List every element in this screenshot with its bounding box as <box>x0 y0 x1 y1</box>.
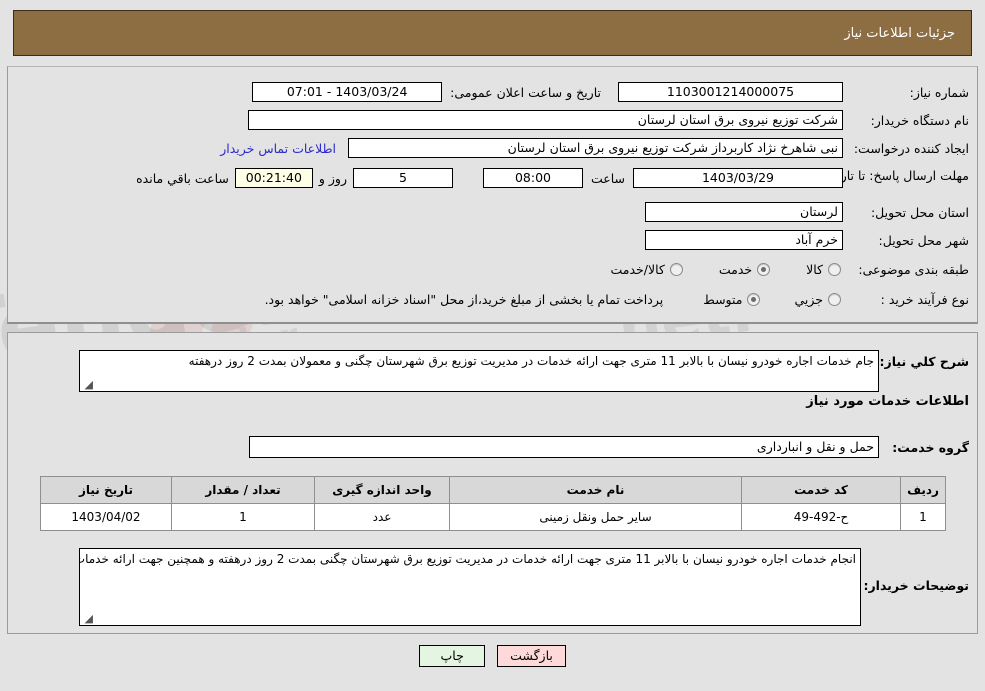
buyer-notes-resize-grip-icon[interactable]: ◢ <box>83 613 93 624</box>
table-header-unit: واحد اندازه گیری <box>314 476 450 504</box>
city-row: شهر محل تحویل: خرم آباد <box>645 230 969 250</box>
buyer-notes-text[interactable]: انجام خدمات اجاره خودرو نیسان با بالابر … <box>79 548 861 626</box>
services-section-title: اطلاعات خدمات مورد نیاز <box>806 394 969 409</box>
table-header-index: ردیف <box>900 476 946 504</box>
page-header: جزئیات اطلاعات نیاز <box>13 10 972 56</box>
process-radio-jozi[interactable] <box>828 293 841 306</box>
creator-label: ایجاد کننده درخواست: <box>853 140 969 156</box>
province-row: استان محل تحویل: لرستان <box>645 202 969 222</box>
cell-unit: عدد <box>314 503 450 531</box>
table-header-quantity: تعداد / مقدار <box>171 476 315 504</box>
buyer-contact-link[interactable]: اطلاعات تماس خریدار <box>220 141 336 156</box>
buyer-org-field[interactable]: شرکت توزیع نیروی برق استان لرستان <box>248 110 843 130</box>
cell-quantity: 1 <box>171 503 315 531</box>
deadline-label-box: مهلت ارسال پاسخ: تا تاریخ: <box>824 168 969 183</box>
deadline-date-field[interactable]: 1403/03/29 <box>633 168 843 188</box>
table-header-service-code: کد خدمت <box>741 476 901 504</box>
remaining-days-label: روز و <box>318 170 347 186</box>
cell-service-code: ح-492-49 <box>741 503 901 531</box>
category-radio-khedmat[interactable] <box>757 263 771 276</box>
cell-index: 1 <box>900 503 946 531</box>
city-field[interactable]: خرم آباد <box>645 230 843 250</box>
table-row[interactable]: 1 ح-492-49 سایر حمل ونقل زمینی عدد 1 140… <box>40 503 946 531</box>
resize-grip-icon[interactable]: ◢ <box>83 379 93 390</box>
buyer-notes-row: توضیحات خریدار: انجام خدمات اجاره خودرو … <box>79 548 969 626</box>
process-radio-motevaset-label: متوسط <box>703 292 743 307</box>
province-field[interactable]: لرستان <box>645 202 843 222</box>
service-group-field[interactable]: حمل و نقل و انبارداری <box>249 436 879 458</box>
deadline-hour-label: ساعت <box>590 170 625 186</box>
process-label: نوع فرآیند خرید : <box>880 292 969 307</box>
back-button[interactable]: بازگشت <box>497 645 566 667</box>
table-header-need-date: تاریخ نیاز <box>40 476 172 504</box>
need-summary-text-value: جام خدمات اجاره خودرو نیسان با بالابر 11… <box>188 354 874 368</box>
need-summary-text[interactable]: جام خدمات اجاره خودرو نیسان با بالابر 11… <box>79 350 879 392</box>
buyer-org-row: نام دستگاه خریدار: شرکت توزیع نیروی برق … <box>248 110 969 130</box>
city-label: شهر محل تحویل: <box>878 232 969 248</box>
creator-field[interactable]: نبی شاهرخ نژاد کاربرداز شرکت توزیع نیروی… <box>348 138 843 158</box>
remaining-days-field[interactable]: 5 <box>352 168 453 188</box>
province-label: استان محل تحویل: <box>870 204 969 220</box>
process-radio-motevaset[interactable] <box>747 293 761 306</box>
category-radio-kala-khedmat-label: کالا/خدمت <box>610 262 665 277</box>
buyer-notes-label: توضیحات خریدار: <box>863 578 969 593</box>
page-title: جزئیات اطلاعات نیاز <box>844 25 955 41</box>
need-number-row: شماره نیاز: 1103001214000075 <box>618 82 969 102</box>
services-table: ردیف کد خدمت نام خدمت واحد اندازه گیری ت… <box>40 476 946 531</box>
need-number-field[interactable]: 1103001214000075 <box>618 82 843 102</box>
deadline-label: مهلت ارسال پاسخ: تا تاریخ: <box>824 168 969 183</box>
category-radio-kala-label: کالا <box>806 262 823 277</box>
process-note: پرداخت تمام یا بخشی از مبلغ خرید،از محل … <box>264 292 664 307</box>
cell-service-name: سایر حمل ونقل زمینی <box>449 503 742 531</box>
process-option-motevaset[interactable]: متوسط <box>703 292 761 307</box>
category-option-khedmat[interactable]: خدمت <box>718 262 771 277</box>
creator-row: ایجاد کننده درخواست: نبی شاهرخ نژاد کارب… <box>220 138 969 158</box>
table-header-row: ردیف کد خدمت نام خدمت واحد اندازه گیری ت… <box>40 476 946 504</box>
need-summary-row: شرح کلي نیاز: جام خدمات اجاره خودرو نیسا… <box>79 350 969 392</box>
category-label: طبقه بندی موضوعی: <box>858 262 969 277</box>
deadline-hour-field[interactable]: 08:00 <box>482 168 583 188</box>
page-root: AriaTender .net AriaTender جزئیات اطلاعا… <box>0 0 985 691</box>
category-option-kala-khedmat[interactable]: کالا/خدمت <box>610 262 683 277</box>
service-group-row: گروه خدمت: حمل و نقل و انبارداری <box>249 436 969 458</box>
buyer-org-label: نام دستگاه خریدار: <box>870 112 969 128</box>
need-number-label: شماره نیاز: <box>909 84 969 100</box>
process-radio-jozi-label: جزیي <box>794 292 823 307</box>
public-announce-label: تاریخ و ساعت اعلان عمومی: <box>450 84 601 100</box>
category-radio-kala-khedmat[interactable] <box>669 263 683 276</box>
buyer-notes-text-value: انجام خدمات اجاره خودرو نیسان با بالابر … <box>80 552 856 566</box>
process-option-jozi[interactable]: جزیي <box>794 292 841 307</box>
public-announce-field[interactable]: 1403/03/24 - 07:01 <box>252 82 443 102</box>
need-info-panel <box>7 66 978 324</box>
remaining-timer-field: 00:21:40 <box>234 168 313 188</box>
need-summary-label: شرح کلي نیاز: <box>879 354 969 369</box>
footer-button-bar: بازگشت چاپ <box>0 645 985 667</box>
deadline-row: 1403/03/29 ساعت 08:00 5 روز و 00:21:40 س… <box>136 168 843 188</box>
category-radio-kala[interactable] <box>828 263 841 276</box>
cell-need-date: 1403/04/02 <box>40 503 172 531</box>
print-button[interactable]: چاپ <box>419 645 486 667</box>
services-table-wrapper: ردیف کد خدمت نام خدمت واحد اندازه گیری ت… <box>40 476 946 531</box>
process-row: نوع فرآیند خرید : جزیي متوسط پرداخت تمام… <box>265 292 969 307</box>
category-radio-khedmat-label: خدمت <box>718 262 753 277</box>
table-header-service-name: نام خدمت <box>449 476 742 504</box>
category-option-kala[interactable]: کالا <box>806 262 841 277</box>
remaining-timer-label: ساعت باقي مانده <box>136 170 229 186</box>
public-announce-row: تاریخ و ساعت اعلان عمومی: 1403/03/24 - 0… <box>252 82 601 102</box>
service-group-label: گروه خدمت: <box>892 439 969 455</box>
category-row: طبقه بندی موضوعی: کالا خدمت کالا/خدمت <box>610 262 969 277</box>
